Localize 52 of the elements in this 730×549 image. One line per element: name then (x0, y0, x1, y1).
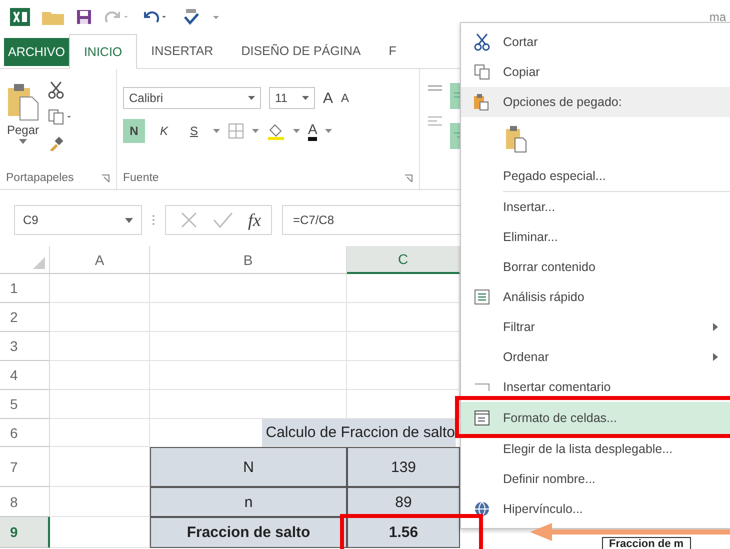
underline-button[interactable]: S (183, 119, 205, 143)
table-cell: Calculo de Fraccion de salto (262, 419, 456, 447)
table-cell: n (150, 487, 347, 517)
group-label: Portapapeles (6, 172, 74, 184)
paste-button[interactable]: Pegar (6, 75, 40, 167)
menu-item[interactable]: Ordenar (461, 342, 730, 372)
file-tab[interactable]: ARCHIVO (4, 38, 69, 66)
font-color-button[interactable]: A (308, 121, 318, 141)
shrink-font-button[interactable]: A (341, 91, 350, 105)
row-header[interactable]: 7 (0, 447, 50, 487)
name-box[interactable]: C9 (14, 205, 142, 235)
row-header[interactable]: 9 (0, 517, 50, 548)
row-header[interactable]: 1 (0, 274, 50, 303)
font-size-dropdown[interactable]: 11 (269, 87, 315, 109)
menu-item[interactable]: Definir nombre... (461, 464, 730, 494)
ribbon-tab[interactable]: F (374, 34, 410, 68)
table-cell: 139 (347, 447, 460, 487)
bold-button[interactable]: N (123, 119, 145, 143)
menu-item[interactable]: Filtrar (461, 312, 730, 342)
ribbon-tab[interactable]: DISEÑO DE PÁGINA (227, 34, 375, 68)
row-header[interactable]: 3 (0, 332, 50, 361)
column-header[interactable]: A (50, 246, 150, 274)
callout-label: Fraccion de m (602, 537, 691, 549)
table-cell: 1.56 (347, 517, 460, 548)
grow-font-button[interactable]: A (323, 90, 334, 106)
window-title: ma (709, 10, 726, 24)
insert-function-button[interactable]: fx (248, 210, 261, 230)
menu-item[interactable]: Pegado especial... (461, 161, 730, 191)
menu-item[interactable]: Borrar contenido (461, 252, 730, 282)
menu-item[interactable]: Elegir de la lista desplegable... (461, 434, 730, 464)
row-header[interactable]: 4 (0, 361, 50, 390)
menu-item[interactable]: Eliminar... (461, 222, 730, 252)
menu-section-header: Opciones de pegado: (503, 95, 622, 109)
ribbon-tab[interactable]: INICIO (68, 34, 138, 69)
menu-item[interactable]: Hipervínculo... (461, 494, 730, 524)
italic-button[interactable]: K (153, 119, 175, 143)
ribbon-tab[interactable]: INSERTAR (137, 34, 228, 68)
row-header[interactable]: 2 (0, 303, 50, 332)
menu-item[interactable]: Análisis rápido (461, 282, 730, 312)
column-header[interactable]: C (347, 246, 460, 274)
row-header[interactable]: 6 (0, 419, 50, 447)
font-name-dropdown[interactable]: Calibri (123, 87, 261, 109)
menu-item[interactable]: Cortar (461, 27, 730, 57)
menu-item[interactable]: Formato de celdas... (461, 402, 730, 434)
table-cell: N (150, 447, 347, 487)
menu-item[interactable]: Insertar... (461, 192, 730, 222)
table-cell: 89 (347, 487, 460, 517)
group-label: Fuente (123, 172, 159, 184)
table-cell: Fraccion de salto (150, 517, 347, 548)
menu-item[interactable]: Insertar comentario (461, 372, 730, 402)
menu-item[interactable]: Copiar (461, 57, 730, 87)
row-header[interactable]: 5 (0, 390, 50, 419)
